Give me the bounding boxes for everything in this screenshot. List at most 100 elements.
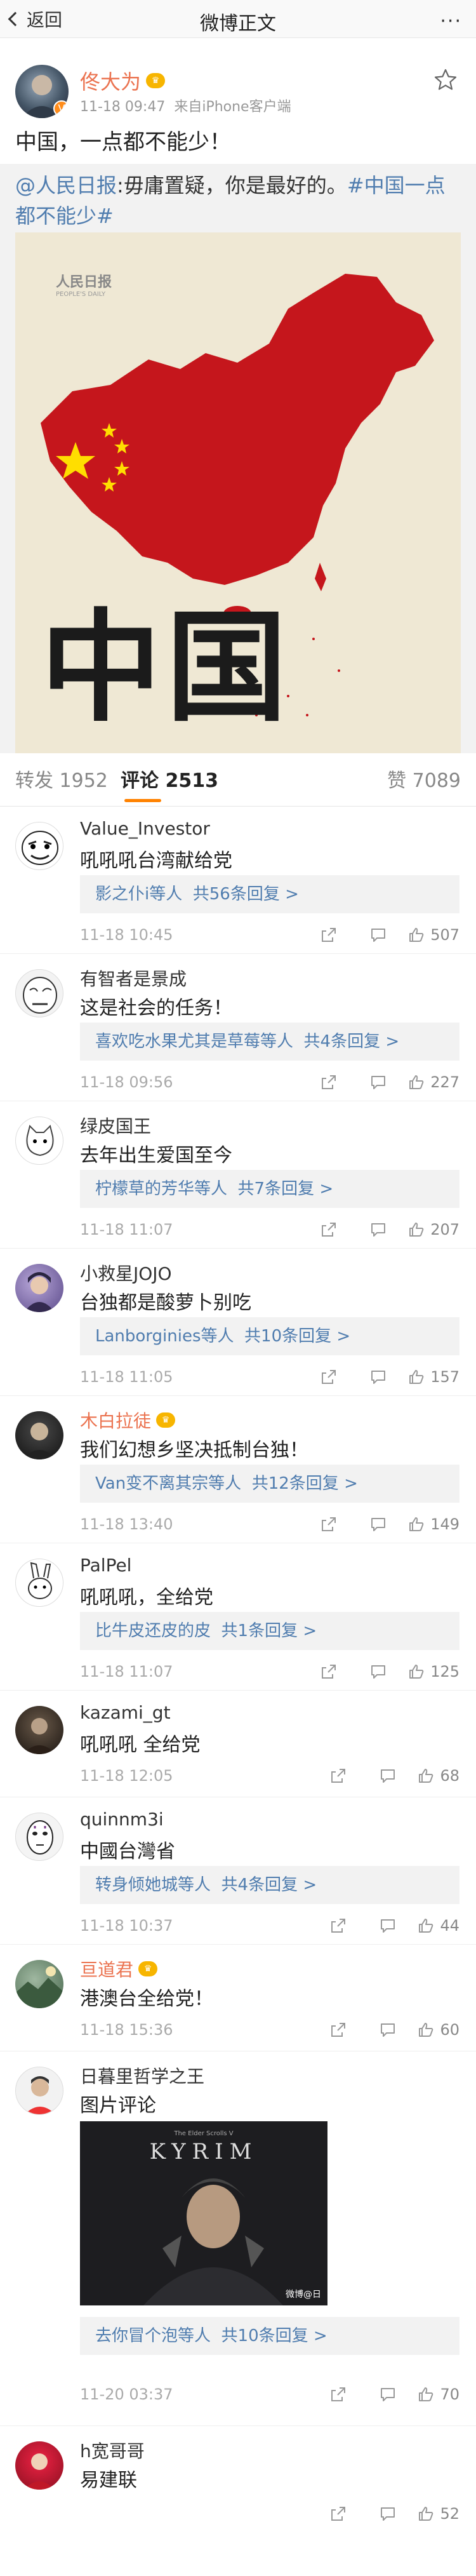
- author-name-text: 佟大为: [80, 70, 142, 94]
- repost-icon[interactable]: [328, 1766, 348, 1786]
- repost-icon[interactable]: [319, 1219, 339, 1240]
- vip-crown-icon: ♛: [146, 73, 166, 88]
- comment-text: 吼吼吼台湾献给党: [80, 850, 232, 872]
- commenter-avatar[interactable]: [15, 1813, 63, 1861]
- comment-icon[interactable]: [378, 1766, 398, 1786]
- post-text: 中国，一点都不能少！: [15, 130, 231, 155]
- commenter-name[interactable]: 亘道君 ♛: [80, 1956, 158, 1982]
- tab-reposts[interactable]: 转发 1952: [15, 765, 108, 793]
- thumbs-up-icon: [409, 1517, 424, 1531]
- repost-box[interactable]: @人民日报:毋庸置疑，你是最好的。#中国一点都不能少# 人民日报 PEOPLE'…: [0, 164, 476, 766]
- like-button[interactable]: 52: [417, 2505, 459, 2523]
- comment-replies-link[interactable]: 去你冒个泡等人 共10条回复 >: [80, 2317, 459, 2355]
- commenter-name[interactable]: quinnm3i: [80, 1809, 164, 1830]
- commenter-name[interactable]: 有智者是景成: [80, 965, 187, 991]
- comment-icon[interactable]: [368, 1219, 388, 1240]
- author-avatar[interactable]: V: [15, 65, 69, 118]
- comment-item: quinnm3i 中國台灣省 转身倾她城等人 共4条回复 > 11-18 10:…: [0, 1797, 476, 1945]
- repost-icon[interactable]: [328, 2020, 348, 2040]
- comment-icon[interactable]: [378, 1915, 398, 1936]
- favorite-star-icon[interactable]: [433, 67, 458, 93]
- comment-icon[interactable]: [368, 1661, 388, 1682]
- commenter-name[interactable]: 木白拉徒 ♛: [80, 1407, 176, 1433]
- commenter-avatar[interactable]: [15, 1264, 63, 1312]
- commenter-avatar[interactable]: [15, 2441, 63, 2490]
- commenter-avatar[interactable]: [15, 822, 63, 870]
- dark-portrait-icon: [23, 1423, 56, 1459]
- commenter-avatar[interactable]: [15, 1706, 63, 1754]
- like-button[interactable]: 227: [407, 1073, 459, 1091]
- comment-replies-link[interactable]: 柠檬草的芳华等人 共7条回复 >: [80, 1170, 459, 1208]
- like-button[interactable]: 70: [417, 2385, 459, 2403]
- like-button[interactable]: 68: [417, 1767, 459, 1785]
- commenter-avatar[interactable]: [15, 1411, 63, 1459]
- tab-comments[interactable]: 评论 2513: [121, 765, 218, 793]
- thumbs-up-icon: [419, 1919, 433, 1933]
- replies-count: 共7条回复 >: [237, 1179, 334, 1198]
- comment-text: 港澳台全给党！: [80, 1988, 213, 2010]
- like-button[interactable]: 125: [407, 1663, 459, 1680]
- comment-icon[interactable]: [378, 2504, 398, 2524]
- repost-icon[interactable]: [319, 1367, 339, 1387]
- comment-footer: 11-18 09:56 227: [80, 1070, 459, 1095]
- image-watermark: 微博@日: [286, 2290, 321, 2300]
- like-button[interactable]: 149: [407, 1515, 459, 1533]
- commenter-avatar[interactable]: [15, 1960, 63, 2008]
- repost-author-link[interactable]: @人民日报: [15, 173, 117, 198]
- comment-replies-link[interactable]: Van变不离其宗等人 共12条回复 >: [80, 1465, 459, 1503]
- repost-icon[interactable]: [319, 1661, 339, 1682]
- repost-icon[interactable]: [319, 1514, 339, 1534]
- verified-badge-icon: V: [53, 100, 69, 117]
- commenter-avatar[interactable]: [15, 1559, 63, 1607]
- comment-icon[interactable]: [368, 1072, 388, 1092]
- china-map-image[interactable]: 人民日报 PEOPLE'S DAILY 中国: [15, 232, 461, 757]
- commenter-avatar[interactable]: [15, 2067, 63, 2115]
- comment-replies-link[interactable]: 转身倾她城等人 共4条回复 >: [80, 1866, 459, 1904]
- like-button[interactable]: 44: [417, 1917, 459, 1935]
- repost-icon[interactable]: [328, 2384, 348, 2405]
- commenter-name[interactable]: 日暮里哲学之王: [80, 2063, 204, 2088]
- commenter-avatar[interactable]: [15, 1117, 63, 1165]
- like-button[interactable]: 60: [417, 2021, 459, 2039]
- commenter-avatar[interactable]: [15, 969, 63, 1017]
- commenter-name[interactable]: Value_Investor: [80, 818, 210, 839]
- comment-footer: 11-18 11:07 207: [80, 1217, 459, 1242]
- author-name[interactable]: 佟大为 ♛: [80, 66, 166, 95]
- comment-actions: 157: [289, 1364, 459, 1390]
- commenter-name[interactable]: 小救星JOJO: [80, 1260, 172, 1285]
- comment-text: 吼吼吼，全给党: [80, 1587, 213, 1609]
- more-button[interactable]: ···: [440, 10, 462, 32]
- commenter-name[interactable]: kazami_gt: [80, 1702, 171, 1723]
- comment-item: 绿皮国王 去年出生爱国至今 柠檬草的芳华等人 共7条回复 > 11-18 11:…: [0, 1101, 476, 1249]
- comment-replies-link[interactable]: 比牛皮还皮的皮 共1条回复 >: [80, 1612, 459, 1650]
- replies-count: 共10条回复 >: [244, 1327, 351, 1346]
- repost-icon[interactable]: [319, 925, 339, 945]
- comment-icon[interactable]: [368, 1367, 388, 1387]
- repost-icon[interactable]: [328, 1915, 348, 1936]
- tabs-bar: 转发 1952 评论 2513 赞 7089: [0, 753, 476, 807]
- commenter-name[interactable]: PalPel: [80, 1555, 131, 1576]
- cartoon-cat-icon: [26, 1125, 54, 1157]
- comment-actions: 68: [299, 1763, 459, 1788]
- commenter-name[interactable]: 绿皮国王: [80, 1113, 151, 1138]
- like-button[interactable]: 157: [407, 1368, 459, 1386]
- tab-likes[interactable]: 赞 7089: [387, 765, 461, 793]
- comment-replies-link[interactable]: 影之仆i等人 共56条回复 >: [80, 875, 459, 913]
- like-button[interactable]: 507: [407, 926, 459, 944]
- repost-icon[interactable]: [328, 2504, 348, 2524]
- comment-icon[interactable]: [368, 1514, 388, 1534]
- comment-replies-link[interactable]: 喜欢吃水果尤其是草莓等人 共4条回复 >: [80, 1023, 459, 1061]
- comment-icon[interactable]: [378, 2020, 398, 2040]
- comment-icon[interactable]: [368, 925, 388, 945]
- comment-icon[interactable]: [378, 2384, 398, 2405]
- anime-character-icon: [24, 1272, 55, 1312]
- tab-reposts-count: 1952: [59, 770, 108, 792]
- tab-active-indicator: [124, 799, 161, 802]
- repost-icon[interactable]: [319, 1072, 339, 1092]
- like-button[interactable]: 207: [407, 1221, 459, 1238]
- commenter-name[interactable]: h宽哥哥: [80, 2438, 145, 2463]
- comment-image[interactable]: The Elder Scrolls V KYRIM 微博@日: [80, 2121, 327, 2305]
- comment-actions: 227: [289, 1070, 459, 1095]
- comment-replies-link[interactable]: Lanborginies等人 共10条回复 >: [80, 1317, 459, 1355]
- no-face-mask-icon: [27, 1820, 53, 1855]
